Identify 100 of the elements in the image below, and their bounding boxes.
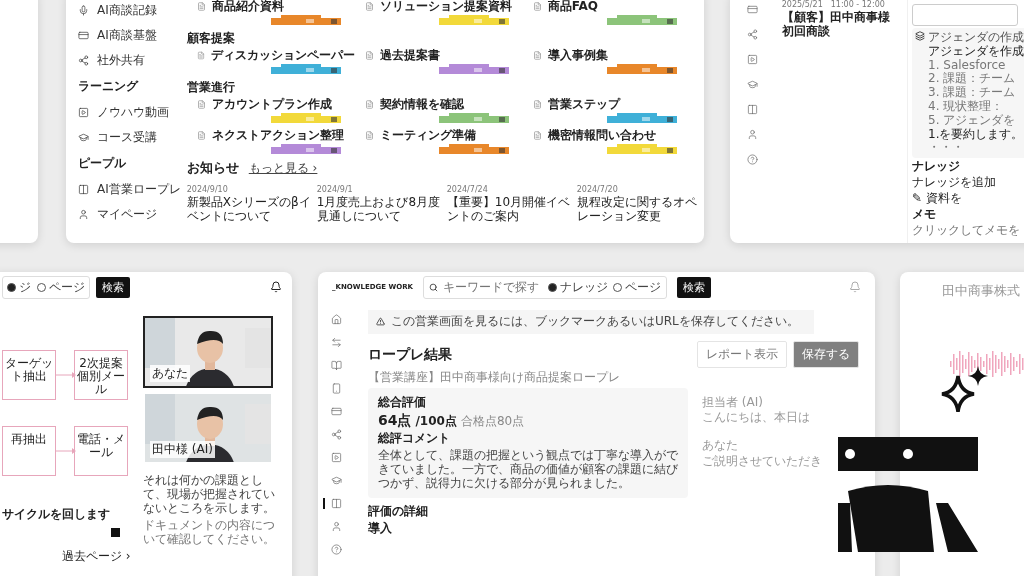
agenda-item: 3. 課題：チーム	[928, 86, 1017, 100]
sidebar-item[interactable]: 社外共有	[78, 48, 181, 73]
bell-icon[interactable]	[270, 281, 282, 293]
search-icon	[428, 282, 438, 292]
video-tile[interactable]: 田中様 (AI)	[143, 392, 273, 464]
score-total: /100点	[415, 415, 457, 430]
sidebar-heading: ピープル	[78, 155, 127, 172]
sidebar-item[interactable]: マイページ	[78, 202, 181, 227]
assistant-heading: アジェンダの作成	[928, 31, 1024, 45]
input-field[interactable]	[912, 4, 1018, 26]
search-button[interactable]: 検索	[676, 276, 711, 298]
document-link[interactable]: 契約情報を確認	[364, 96, 523, 113]
section-heading: 評価の詳細	[368, 505, 429, 520]
participant-name: あなた	[150, 365, 190, 382]
document-link[interactable]: ネクストアクション整理	[196, 127, 355, 144]
score-heading: 総合評価	[378, 395, 427, 410]
search-bar[interactable]: キーワードで探す ナレッジ ページ	[422, 275, 667, 299]
video-tile[interactable]: あなた	[143, 316, 273, 388]
document-link[interactable]: 営業ステップ	[532, 96, 691, 113]
more-link[interactable]: もっと見る ›	[248, 160, 318, 177]
sidebar-icon[interactable]	[78, 209, 89, 220]
document-link[interactable]: ソリューション提案資料	[364, 0, 523, 15]
sidebar-icon[interactable]	[78, 132, 89, 143]
agenda-item: 2. 課題：チーム	[928, 72, 1017, 86]
nav-item[interactable]	[322, 498, 342, 509]
meeting-title[interactable]: 【顧客】田中商事様初回商談	[781, 11, 901, 39]
sidebar-item[interactable]: AI商談基盤	[78, 23, 181, 48]
news-date: 2024/9/1	[316, 185, 354, 195]
pass-mark: 合格点80点	[460, 415, 525, 430]
page-link[interactable]: 過去ページ ›	[62, 548, 131, 565]
document-link[interactable]: 商品紹介資料	[196, 0, 355, 15]
document-link[interactable]: アカウントプラン作成	[196, 96, 355, 113]
sidebar-icon[interactable]	[78, 5, 89, 16]
sidebar-icon[interactable]	[78, 184, 89, 195]
description-text: それは何かの課題として、現場が把握されていないところを示します。	[143, 474, 276, 516]
page-title: ロープレ結果	[368, 346, 452, 363]
document-link[interactable]: ディスカッションペーパー	[196, 47, 355, 64]
score-value: 64点	[378, 412, 412, 429]
section-heading: 営業進行	[186, 78, 236, 96]
news-date: 2024/7/24	[446, 185, 489, 195]
memo-heading: メモ	[912, 207, 937, 222]
sidebar-item[interactable]: ノウハウ動画	[78, 100, 181, 125]
transcript-text: ご説明させていただき	[702, 455, 822, 469]
summary-text: 1.を要約します。	[928, 127, 1024, 142]
nav-icon[interactable]	[747, 79, 759, 90]
nav-icon[interactable]	[747, 104, 759, 115]
knowledge-action[interactable]: ✎ 資料を	[912, 191, 1024, 206]
document-link[interactable]: 過去提案書	[364, 47, 523, 64]
knowledge-action[interactable]: ナレッジを追加	[912, 175, 1024, 190]
document-icon	[196, 100, 206, 109]
sidebar-item[interactable]: AI商談記録	[78, 0, 181, 23]
detail-item: 導入	[368, 522, 393, 536]
flow-node: 2次提案個別メール	[74, 350, 128, 400]
flow-node: ターゲット抽出	[2, 350, 56, 400]
ellipsis-text: ・・・	[928, 141, 965, 156]
radio-icon[interactable]	[547, 282, 557, 292]
document-icon	[364, 2, 374, 11]
document-icon	[364, 131, 374, 140]
sidebar-heading: ラーニング	[78, 78, 140, 95]
nav-icon[interactable]	[747, 154, 759, 165]
flow-node: 再抽出	[2, 426, 56, 476]
speaker-name: 担当者 (AI)	[702, 395, 764, 410]
flow-node: 電話・メール	[74, 426, 128, 476]
transcript-text: こんにちは、本日は	[702, 411, 811, 426]
sidebar-icon[interactable]	[78, 55, 89, 66]
action-button[interactable]: 保存する	[793, 340, 859, 368]
meeting-date: 2025/5/21 11:00 - 12:00	[781, 0, 886, 10]
nav-icon[interactable]	[747, 129, 759, 140]
agenda-item: 5. アジェンダを	[928, 113, 1017, 128]
news-title[interactable]: 規程改定に関するオペレーション変更	[576, 196, 701, 224]
nav-icon[interactable]	[747, 4, 759, 15]
sidebar-item[interactable]: AI営業ロープレ	[78, 177, 181, 202]
search-button[interactable]: 検索	[96, 276, 130, 298]
news-title[interactable]: 1月度売上および8月度見通しについて	[316, 196, 441, 224]
document-link[interactable]: 商品FAQ	[532, 0, 691, 15]
document-link[interactable]: 機密情報問い合わせ	[532, 127, 691, 144]
news-title[interactable]: 【重要】10月開催イベントのご案内	[446, 196, 571, 224]
nav-icon[interactable]	[747, 29, 759, 40]
knowledge-heading: ナレッジ	[912, 160, 961, 174]
sidebar-icon[interactable]	[78, 107, 89, 118]
action-button[interactable]: レポート表示	[697, 340, 787, 368]
breadcrumb: 【営業講座】田中商事様向け商品提案ロープレ	[368, 370, 621, 385]
document-icon	[532, 131, 542, 140]
comment-heading: 総評コメント	[378, 432, 451, 446]
document-icon	[364, 100, 374, 109]
document-link[interactable]: ミーティング準備	[364, 127, 523, 144]
sidebar-item[interactable]: コース受講	[78, 125, 181, 150]
document-icon	[532, 100, 542, 109]
news-title[interactable]: 新製品Xシリーズのβイベントについて	[186, 196, 311, 224]
radio-icon[interactable]	[612, 282, 622, 292]
search-toggle[interactable]: ジ ページ	[2, 275, 90, 299]
document-link[interactable]: 導入事例集	[532, 47, 691, 64]
radio-icon[interactable]	[7, 282, 16, 292]
radio-icon[interactable]	[37, 282, 46, 292]
sidebar-icon[interactable]	[78, 30, 89, 41]
document-icon	[532, 2, 542, 11]
document-icon	[364, 51, 374, 60]
nav-icon[interactable]	[747, 54, 759, 65]
section-heading: 顧客提案	[186, 29, 236, 47]
alert-text: この営業画面を見るには、ブックマークあるいはURLを保存してください。	[391, 315, 799, 329]
